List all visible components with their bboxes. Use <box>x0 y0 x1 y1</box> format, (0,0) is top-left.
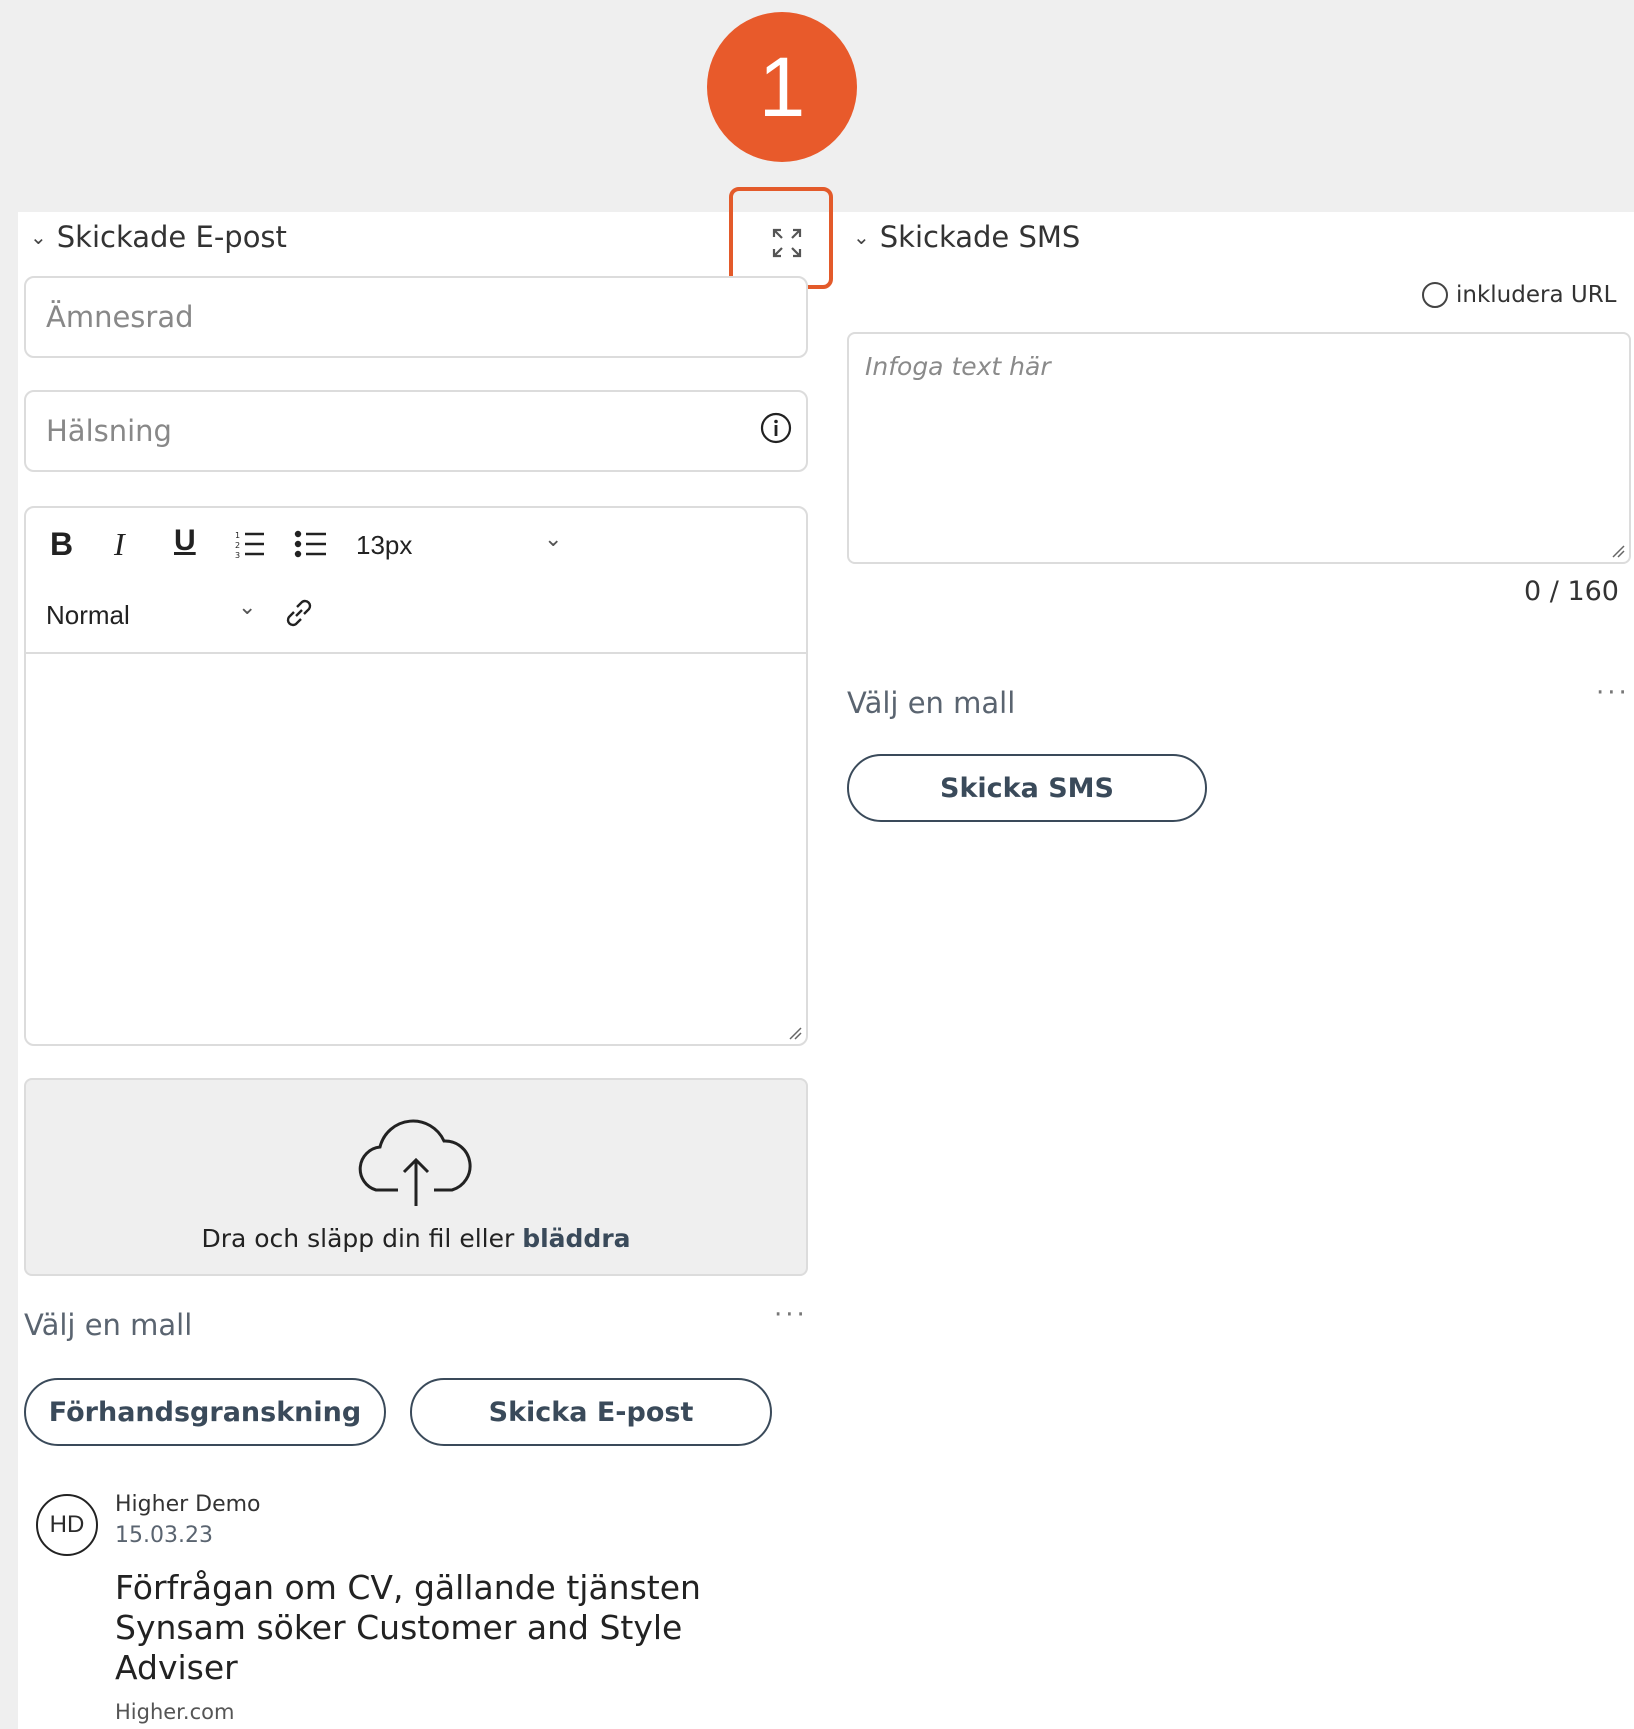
underline-button[interactable]: U <box>174 524 196 558</box>
message-source: Higher.com <box>115 1700 235 1724</box>
email-template-select[interactable]: Välj en mall <box>24 1308 192 1342</box>
greeting-placeholder: Hälsning <box>46 414 172 448</box>
step-badge: 1 <box>707 12 857 162</box>
send-sms-button[interactable]: Skicka SMS <box>847 754 1207 822</box>
chevron-down-icon: ⌄ <box>30 225 47 249</box>
greeting-field[interactable]: Hälsning <box>24 390 808 472</box>
email-section-title: Skickade E-post <box>56 220 287 254</box>
sms-template-select[interactable]: Välj en mall <box>847 686 1015 720</box>
email-section-header[interactable]: ⌄ Skickade E-post <box>30 220 287 254</box>
paragraph-chevron-icon[interactable]: ⌄ <box>238 594 256 620</box>
font-size-select[interactable]: 13px <box>356 530 412 561</box>
subject-placeholder: Ämnesrad <box>46 300 194 334</box>
browse-link[interactable]: bläddra <box>522 1224 630 1253</box>
subject-field[interactable]: Ämnesrad <box>24 276 808 358</box>
ordered-list-icon[interactable]: 1 2 3 <box>234 528 266 565</box>
font-size-chevron-icon[interactable]: ⌄ <box>544 526 562 552</box>
file-dropzone[interactable]: Dra och släpp din fil eller bläddra <box>24 1078 808 1276</box>
svg-text:1: 1 <box>235 531 240 540</box>
resize-handle-icon[interactable] <box>788 1026 802 1040</box>
expand-highlight <box>729 187 833 289</box>
message-date: 15.03.23 <box>115 1523 213 1548</box>
include-url-radio[interactable] <box>1422 282 1448 308</box>
message-subject[interactable]: Förfrågan om CV, gällande tjänsten Synsa… <box>115 1568 755 1688</box>
resize-handle-icon[interactable] <box>1611 544 1625 558</box>
upload-text: Dra och släpp din fil eller <box>201 1224 515 1253</box>
sms-more-icon[interactable]: ··· <box>1596 678 1630 708</box>
bullet-list-icon[interactable] <box>294 528 328 565</box>
editor-body[interactable] <box>26 654 806 1046</box>
chevron-down-icon: ⌄ <box>853 225 870 249</box>
sms-char-counter: 0 / 160 <box>1524 576 1619 607</box>
editor-toolbar: B I U 1 2 3 13px ⌄ Normal ⌄ <box>26 508 806 654</box>
italic-button[interactable]: I <box>114 526 125 563</box>
email-editor: B I U 1 2 3 13px ⌄ Normal ⌄ <box>24 506 808 1046</box>
info-icon[interactable] <box>760 412 792 444</box>
avatar: HD <box>36 1494 98 1556</box>
preview-button[interactable]: Förhandsgranskning <box>24 1378 386 1446</box>
sms-placeholder: Infoga text här <box>865 352 1051 381</box>
message-sender: Higher Demo <box>115 1492 261 1517</box>
svg-text:3: 3 <box>235 551 240 560</box>
upload-instructions: Dra och släpp din fil eller bläddra <box>26 1224 806 1253</box>
sms-section-header[interactable]: ⌄ Skickade SMS <box>853 220 1080 254</box>
send-email-button[interactable]: Skicka E-post <box>410 1378 772 1446</box>
svg-text:2: 2 <box>235 541 240 550</box>
email-more-icon[interactable]: ··· <box>774 1300 808 1330</box>
sms-textarea[interactable]: Infoga text här <box>847 332 1631 564</box>
sms-section-title: Skickade SMS <box>879 220 1081 254</box>
link-icon[interactable] <box>282 596 316 635</box>
bold-button[interactable]: B <box>50 526 73 563</box>
paragraph-style-select[interactable]: Normal <box>46 600 130 631</box>
cloud-upload-icon <box>358 1119 472 1206</box>
include-url-option[interactable]: inkludera URL <box>1422 282 1617 308</box>
include-url-label: inkludera URL <box>1456 282 1617 308</box>
